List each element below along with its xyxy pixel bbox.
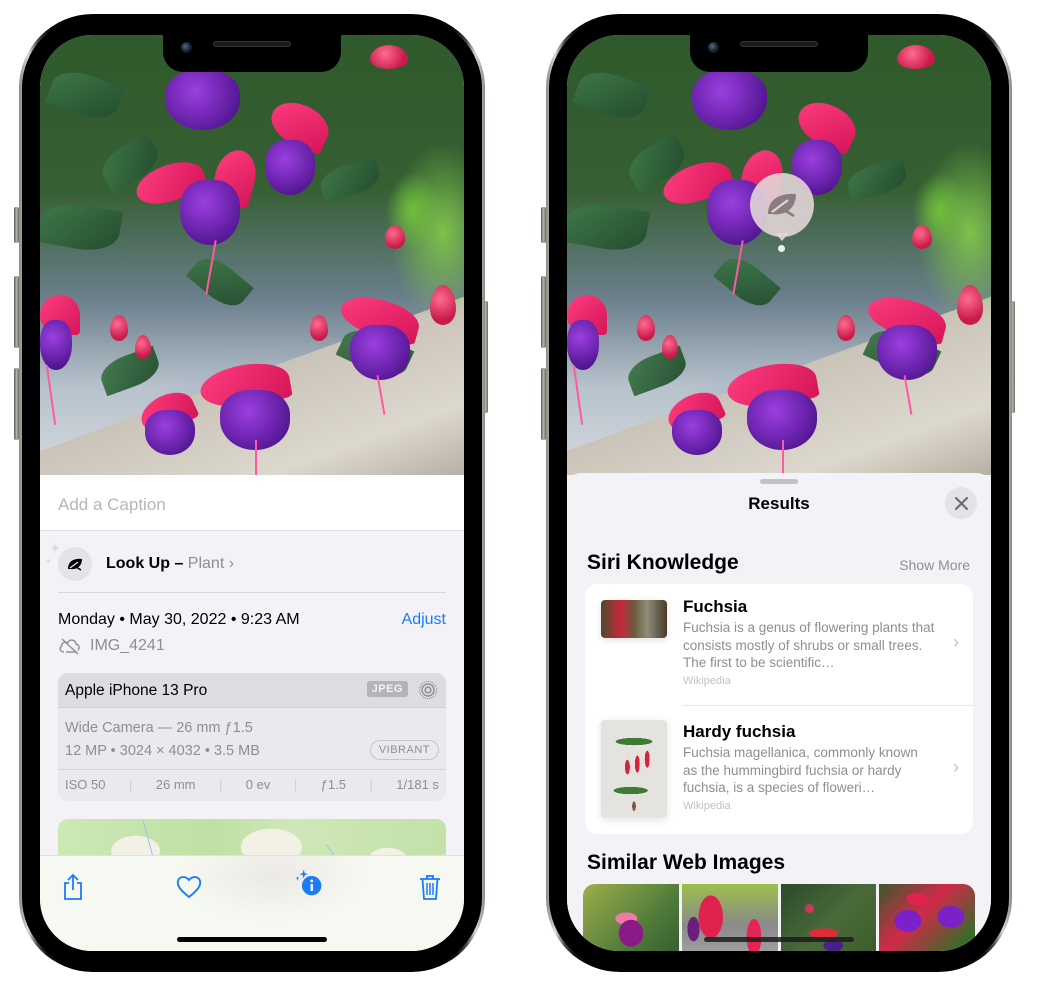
earpiece-speaker [213, 41, 291, 47]
sparkle-icon: ✦ [45, 557, 52, 566]
exposure-value: 0 ev [245, 777, 271, 792]
date-time-row: Monday • May 30, 2022 • 9:23 AM Adjust [58, 611, 446, 629]
results-sheet: Results Siri Knowledge Show More Fuchsia… [567, 473, 991, 951]
filename: IMG_4241 [90, 637, 165, 654]
phone-frame-left: Add a Caption ✦ ✦ Look Up – Plant › Mond… [19, 14, 485, 972]
front-camera [181, 42, 192, 53]
subject-marker-dot [778, 245, 785, 252]
look-up-row[interactable]: ✦ ✦ Look Up – Plant › [45, 540, 446, 593]
leaf-icon [58, 547, 92, 581]
knowledge-source: Wikipedia [683, 800, 731, 812]
exif-header: Apple iPhone 13 Pro JPEG [58, 673, 446, 708]
share-button[interactable] [58, 872, 88, 902]
heart-icon [176, 876, 202, 899]
home-indicator[interactable] [177, 937, 327, 942]
divider: | [369, 777, 373, 792]
fuchsia-photo[interactable] [40, 35, 464, 475]
photographic-style-badge: VIBRANT [369, 740, 439, 760]
knowledge-source: Wikipedia [683, 675, 731, 687]
shutter-speed-value: 1/181 s [396, 777, 439, 792]
sheet-title: Results [748, 494, 810, 513]
leaf-icon [768, 193, 796, 218]
chevron-right-icon: › [228, 555, 235, 572]
earpiece-speaker [740, 41, 818, 47]
show-more-button[interactable]: Show More [899, 557, 970, 573]
knowledge-item[interactable]: Hardy fuchsia Fuchsia magellanica, commo… [585, 706, 973, 826]
look-up-title: Look Up – [106, 555, 184, 572]
sheet-grabber[interactable] [760, 479, 798, 484]
siri-knowledge-heading: Siri Knowledge [587, 551, 739, 574]
knowledge-title: Hardy fuchsia [683, 722, 796, 741]
bottom-toolbar [40, 855, 464, 951]
format-badge: JPEG [366, 681, 408, 697]
home-indicator[interactable] [704, 937, 854, 942]
divider: | [293, 777, 298, 792]
siri-knowledge-card: Fuchsia Fuchsia is a genus of flowering … [585, 584, 973, 834]
bubble-pointer [775, 233, 789, 241]
favorite-button[interactable] [174, 872, 204, 902]
knowledge-item[interactable]: Fuchsia Fuchsia is a genus of flowering … [585, 584, 973, 706]
close-button[interactable] [945, 487, 977, 519]
cloud-slash-icon [59, 638, 80, 655]
photo-info-screen: Add a Caption ✦ ✦ Look Up – Plant › Mond… [40, 35, 464, 951]
fuchsia-thumbnail [601, 600, 667, 638]
trash-icon [420, 875, 440, 900]
caption-input[interactable]: Add a Caption [40, 475, 464, 531]
chevron-right-icon: › [953, 757, 959, 777]
divider: | [218, 777, 223, 792]
exif-stats: ISO 50 | 26 mm | 0 ev | ƒ1.5 | 1/181 s [58, 770, 446, 799]
share-icon [64, 873, 82, 900]
adjust-button[interactable]: Adjust [402, 611, 446, 629]
knowledge-description: Fuchsia magellanica, commonly known as t… [683, 745, 918, 795]
visual-look-up-button[interactable] [750, 173, 814, 237]
hardy-fuchsia-thumbnail [601, 720, 667, 818]
knowledge-description: Fuchsia is a genus of flowering plants t… [683, 620, 935, 670]
focal-length-value: 26 mm [155, 777, 196, 792]
device-name: Apple iPhone 13 Pro [65, 682, 208, 699]
knowledge-title: Fuchsia [683, 597, 748, 616]
lens-info: Wide Camera — 26 mm ƒ1.5 [65, 720, 253, 736]
close-icon [954, 496, 968, 510]
delete-button[interactable] [415, 872, 445, 902]
live-photo-icon [419, 681, 437, 699]
iso-value: ISO 50 [65, 777, 106, 792]
divider: | [128, 777, 133, 792]
phone-frame-right: Results Siri Knowledge Show More Fuchsia… [546, 14, 1012, 972]
chevron-right-icon: › [953, 632, 959, 652]
fuchsia-photo[interactable] [567, 35, 991, 475]
sparkle-icon: ✦ [49, 540, 61, 556]
look-up-subject: Plant [187, 555, 225, 572]
web-image[interactable] [583, 884, 679, 951]
date-time: Monday • May 30, 2022 • 9:23 AM [58, 611, 300, 628]
look-up-label: Look Up – Plant › [106, 555, 234, 573]
visual-look-up-screen: Results Siri Knowledge Show More Fuchsia… [567, 35, 991, 951]
front-camera [708, 42, 719, 53]
info-sparkle-icon [295, 869, 322, 896]
exif-details: Wide Camera — 26 mm ƒ1.5 12 MP • 3024 × … [58, 708, 446, 770]
photo-info-panel: ✦ ✦ Look Up – Plant › Monday • May 30, 2… [40, 531, 464, 899]
aperture-value: ƒ1.5 [320, 777, 346, 792]
info-button[interactable] [294, 868, 324, 898]
filename-row: IMG_4241 [58, 637, 165, 655]
web-image[interactable] [879, 884, 975, 951]
exif-card: Apple iPhone 13 Pro JPEG Wide Camera — 2… [58, 673, 446, 801]
similar-web-images-heading: Similar Web Images [587, 851, 786, 874]
